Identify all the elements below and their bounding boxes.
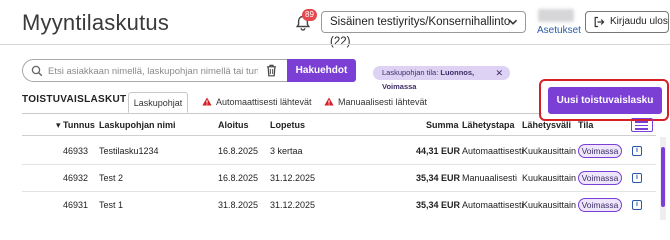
cell-name: Test 2 [99, 173, 124, 183]
warning-icon [324, 97, 334, 106]
info-icon[interactable]: i [632, 173, 642, 183]
search-criteria-button[interactable]: Hakuehdot [287, 59, 356, 82]
tab-manual[interactable]: Manuaalisesti lähtevät [324, 92, 427, 113]
column-header-sum[interactable]: Summa [426, 120, 459, 130]
column-header-start[interactable]: Aloitus [218, 120, 249, 130]
cell-end: 31.12.2025 [270, 173, 316, 183]
warning-icon [202, 97, 212, 106]
cell-sum: 35,34 EUR [416, 173, 461, 183]
tab-automatic[interactable]: Automaattisesti lähtevät [202, 92, 312, 113]
column-header-id[interactable]: ▾ Tunnus [56, 120, 95, 131]
table-row[interactable]: 46931 Test 1 31.8.2025 31.12.2025 35,34 … [22, 192, 656, 218]
cell-method: Manuaalisesti [462, 173, 518, 183]
new-recurring-invoice-button[interactable]: Uusi toistuvaislasku [548, 87, 662, 114]
logout-icon [594, 16, 605, 28]
cell-interval: Kuukausittain [522, 173, 577, 183]
sort-indicator: ▾ [56, 120, 61, 130]
column-header-label: Tunnus [63, 120, 95, 130]
search-input[interactable] [48, 63, 258, 79]
cell-start: 16.8.2025 [218, 173, 259, 183]
column-header-method[interactable]: Lähetystapa [462, 120, 515, 130]
cell-id: 46932 [63, 173, 89, 183]
close-icon[interactable]: ✕ [495, 66, 503, 80]
cell-id: 46931 [63, 200, 89, 210]
cell-sum: 35,34 EUR [416, 200, 461, 210]
company-select[interactable]: Sisäinen testiyritys/Konsernihallinto (2… [321, 11, 526, 48]
cell-name: Test 1 [99, 200, 124, 210]
info-icon[interactable]: i [632, 146, 642, 156]
filter-chip-prefix: Laskupohjan tila: [382, 68, 441, 77]
tab-templates[interactable]: Laskupohjat [128, 92, 188, 113]
table-row[interactable]: 46933 Testilasku1234 16.8.2025 3 kertaa … [22, 138, 656, 164]
logout-button[interactable]: Kirjaudu ulos [585, 11, 669, 33]
cell-start: 16.8.2025 [218, 146, 259, 156]
scrollbar-thumb[interactable] [661, 147, 665, 207]
status-badge: Voimassa [578, 198, 622, 212]
table-row[interactable]: 46932 Test 2 16.8.2025 31.12.2025 35,34 … [22, 165, 656, 191]
column-header-name[interactable]: Laskupohjan nimi [99, 120, 176, 130]
table-header-divider [22, 135, 656, 136]
chevron-down-icon [508, 19, 518, 25]
notification-badge: 89 [302, 9, 317, 21]
cell-interval: Kuukausittain [522, 146, 577, 156]
cell-interval: Kuukausittain [522, 200, 577, 210]
column-header-status[interactable]: Tila [578, 120, 593, 130]
search-box[interactable] [22, 59, 288, 82]
trash-icon[interactable] [266, 64, 277, 77]
status-badge: Voimassa [578, 171, 622, 185]
tab-label: Laskupohjat [133, 98, 183, 108]
cell-sum: 44,31 EUR [416, 146, 461, 156]
tab-label: Automaattisesti lähtevät [216, 97, 312, 107]
table-scrollbar[interactable] [660, 137, 666, 220]
header-divider [0, 44, 670, 45]
cell-method: Automaattisesti [462, 200, 524, 210]
cell-end: 3 kertaa [270, 146, 303, 156]
section-title: TOISTUVAISLASKUT [22, 94, 127, 105]
cell-start: 31.8.2025 [218, 200, 259, 210]
page-title: Myyntilaskutus [22, 10, 170, 35]
cell-method: Automaattisesti [462, 146, 524, 156]
settings-link[interactable]: Asetukset [537, 25, 581, 36]
column-header-interval[interactable]: Lähetysväli [522, 120, 571, 130]
status-badge: Voimassa [578, 144, 622, 158]
cell-id: 46933 [63, 146, 89, 156]
info-icon[interactable]: i [632, 200, 642, 210]
tab-label: Manuaalisesti lähtevät [338, 97, 428, 107]
column-list-icon[interactable] [631, 118, 653, 132]
user-name-blurred [538, 9, 574, 22]
filter-chip[interactable]: Laskupohjan tila: Luonnos, Voimassa ✕ [373, 66, 510, 91]
tab-divider [22, 113, 542, 114]
search-icon [31, 65, 43, 77]
column-header-end[interactable]: Lopetus [270, 120, 305, 130]
cell-name: Testilasku1234 [99, 146, 159, 156]
logout-label: Kirjaudu ulos [610, 16, 668, 27]
cell-end: 31.12.2025 [270, 200, 316, 210]
app-window: Myyntilaskutus 89 Sisäinen testiyritys/K… [0, 0, 670, 220]
